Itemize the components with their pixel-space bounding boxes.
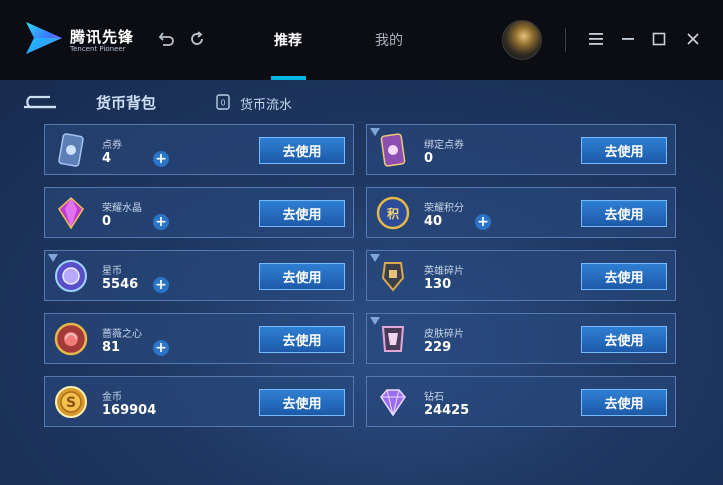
currency-card-gold-coin: S 金币 169904 去使用: [44, 376, 354, 427]
bound-voucher-card-icon: [380, 133, 406, 167]
currency-value: 229: [424, 340, 452, 355]
refresh-icon: [191, 31, 203, 45]
use-star-coin-button[interactable]: 去使用: [259, 263, 345, 290]
maximize-icon: [652, 32, 666, 46]
currency-value: 0: [102, 214, 112, 229]
svg-text:积: 积: [387, 206, 399, 221]
currency-value: 0: [424, 151, 434, 166]
refresh-button[interactable]: [186, 28, 208, 50]
currency-name: 皮肤碎片: [424, 329, 464, 340]
divider: [565, 28, 566, 52]
gold-coin-icon: S: [55, 386, 87, 418]
currency-card-skin-fragment: 皮肤碎片 229 去使用: [366, 313, 676, 364]
app-logo-icon: [26, 22, 62, 54]
menu-button[interactable]: [585, 28, 607, 50]
currency-name: 绑定点券: [424, 140, 464, 151]
add-star-coin-button[interactable]: +: [153, 277, 169, 293]
currency-name: 英雄碎片: [424, 266, 464, 277]
close-icon: [687, 33, 699, 45]
page-title: 货币背包: [96, 94, 157, 112]
star-coin-icon: [55, 260, 87, 292]
glory-crystal-icon: [58, 196, 84, 230]
currency-card-rose-heart: 蔷薇之心 81 + 去使用: [44, 313, 354, 364]
currency-card-bound-voucher: 绑定点券 0 去使用: [366, 124, 676, 175]
currency-value: 24425: [424, 403, 470, 418]
hero-fragment-icon: [381, 262, 405, 292]
currency-card-star-coin: 星币 5546 + 去使用: [44, 250, 354, 301]
tab-recommend[interactable]: 推荐: [274, 30, 302, 50]
app-window: 腾讯先锋 Tencent Pioneer 推荐 我的 货币背包 0 货币流水 点…: [0, 0, 723, 485]
add-glory-crystal-button[interactable]: +: [153, 214, 169, 230]
skin-fragment-icon: [381, 326, 405, 352]
svg-text:S: S: [66, 395, 76, 411]
add-rose-heart-button[interactable]: +: [153, 340, 169, 356]
currency-name: 星币: [102, 266, 122, 277]
use-diamond-button[interactable]: 去使用: [581, 389, 667, 416]
currency-value: 40: [424, 214, 443, 229]
title-bar: 腾讯先锋 Tencent Pioneer 推荐 我的: [0, 0, 723, 80]
currency-card-voucher: 点券 4 + 去使用: [44, 124, 354, 175]
currency-value: 81: [102, 340, 121, 355]
use-glory-points-button[interactable]: 去使用: [581, 200, 667, 227]
currency-card-diamond: 钻石 24425 去使用: [366, 376, 676, 427]
currency-flow-link[interactable]: 货币流水: [240, 94, 292, 113]
minimize-icon: [622, 38, 634, 40]
use-skin-fragment-button[interactable]: 去使用: [581, 326, 667, 353]
maximize-button[interactable]: [648, 28, 670, 50]
brand-name: 腾讯先锋: [70, 28, 135, 46]
currency-name: 金币: [102, 392, 122, 403]
minimize-button[interactable]: [617, 28, 639, 50]
currency-value: 169904: [102, 403, 157, 418]
currency-card-hero-fragment: 英雄碎片 130 去使用: [366, 250, 676, 301]
brand-subtitle: Tencent Pioneer: [70, 45, 126, 53]
add-voucher-button[interactable]: +: [153, 151, 169, 167]
close-button[interactable]: [682, 28, 704, 50]
diamond-icon: [380, 389, 406, 417]
currency-panel: 货币背包 0 货币流水 点券 4 + 去使用 绑定点券 0 去使用 荣耀水晶 0…: [0, 80, 723, 485]
currency-name: 荣耀积分: [424, 203, 464, 214]
undo-icon: [158, 32, 174, 46]
back-arrow-icon[interactable]: [20, 94, 58, 110]
use-gold-coin-button[interactable]: 去使用: [259, 389, 345, 416]
currency-card-glory-crystal: 荣耀水晶 0 + 去使用: [44, 187, 354, 238]
currency-name: 荣耀水晶: [102, 203, 142, 214]
undo-button[interactable]: [155, 28, 177, 50]
voucher-card-icon: [58, 133, 84, 167]
glory-points-icon: 积: [376, 196, 410, 230]
use-voucher-button[interactable]: 去使用: [259, 137, 345, 164]
currency-card-glory-points: 积 荣耀积分 40 + 去使用: [366, 187, 676, 238]
avatar[interactable]: [502, 20, 542, 60]
add-glory-points-button[interactable]: +: [475, 214, 491, 230]
currency-flow-icon: 0: [216, 94, 230, 110]
use-bound-voucher-button[interactable]: 去使用: [581, 137, 667, 164]
use-glory-crystal-button[interactable]: 去使用: [259, 200, 345, 227]
currency-value: 4: [102, 151, 112, 166]
rose-heart-icon: [54, 322, 88, 356]
currency-value: 130: [424, 277, 452, 292]
currency-name: 点券: [102, 140, 122, 151]
currency-name: 蔷薇之心: [102, 329, 142, 340]
currency-name: 钻石: [424, 392, 444, 403]
tab-mine[interactable]: 我的: [375, 30, 403, 50]
use-hero-fragment-button[interactable]: 去使用: [581, 263, 667, 290]
use-rose-heart-button[interactable]: 去使用: [259, 326, 345, 353]
svg-text:0: 0: [220, 99, 225, 108]
currency-value: 5546: [102, 277, 139, 292]
menu-icon: [589, 33, 603, 45]
